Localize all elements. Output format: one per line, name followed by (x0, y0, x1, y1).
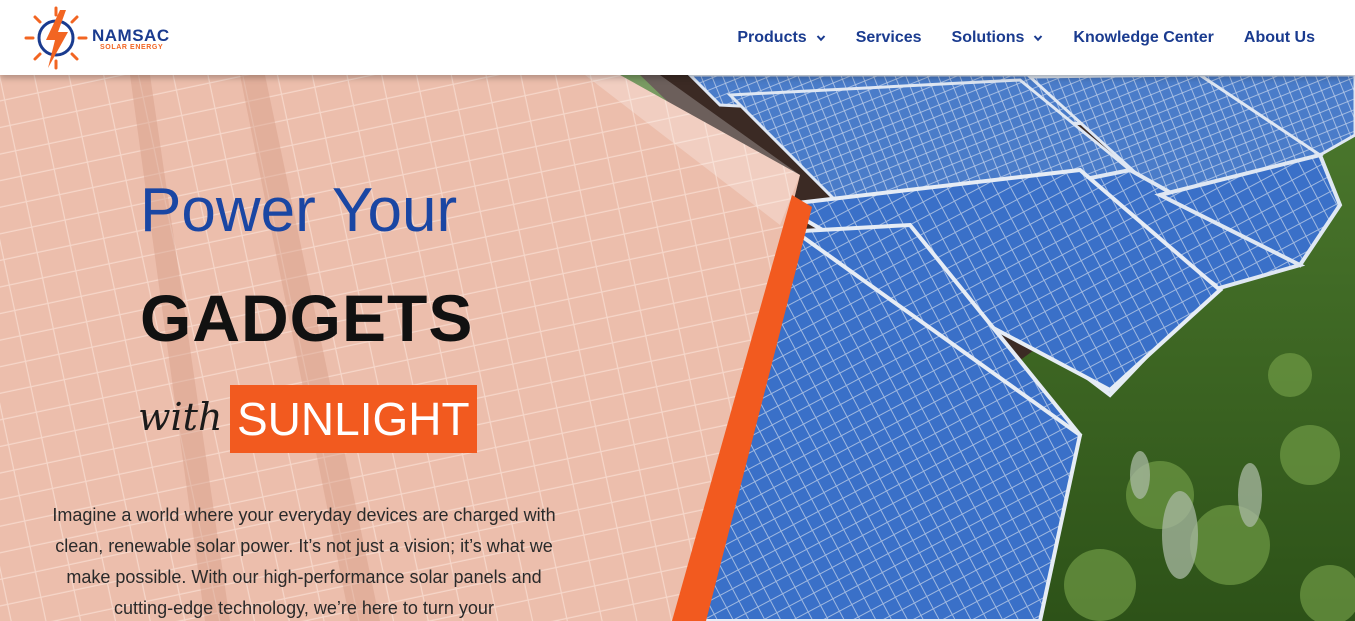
hero-headline-highlight: SUNLIGHT (230, 385, 477, 453)
site-header: NAMSAC SOLAR ENERGY Products Services So… (0, 0, 1355, 75)
nav-item-label: Services (855, 28, 922, 46)
nav-item-label: Products (737, 28, 807, 46)
chevron-down-icon (816, 34, 825, 41)
nav-item-solutions[interactable]: Solutions (952, 29, 1044, 47)
nav-item-label: Knowledge Center (1073, 28, 1214, 46)
brand-logo[interactable]: NAMSAC SOLAR ENERGY (22, 4, 192, 72)
hero-headline-script: with (138, 395, 223, 439)
nav-item-label: Solutions (951, 28, 1025, 46)
main-nav: Products Services Solutions Knowledge Ce… (707, 0, 1315, 75)
brand-name: NAMSAC (92, 26, 170, 45)
nav-item-products[interactable]: Products (737, 29, 825, 47)
sun-bolt-icon (24, 6, 88, 70)
hero-headline-line2: GADGETS (140, 281, 474, 355)
brand-tagline: SOLAR ENERGY (100, 44, 164, 51)
hero-section: Power Your GADGETS with SUNLIGHT Imagine… (0, 75, 1355, 621)
hero-headline-line1: Power Your (140, 176, 458, 245)
nav-item-label: About Us (1243, 28, 1315, 46)
hero-description: Imagine a world where your everyday devi… (52, 505, 556, 618)
nav-item-knowledge-center[interactable]: Knowledge Center (1073, 29, 1213, 47)
nav-item-about-us[interactable]: About Us (1244, 29, 1315, 47)
chevron-down-icon (1034, 34, 1043, 41)
nav-item-services[interactable]: Services (856, 29, 922, 47)
